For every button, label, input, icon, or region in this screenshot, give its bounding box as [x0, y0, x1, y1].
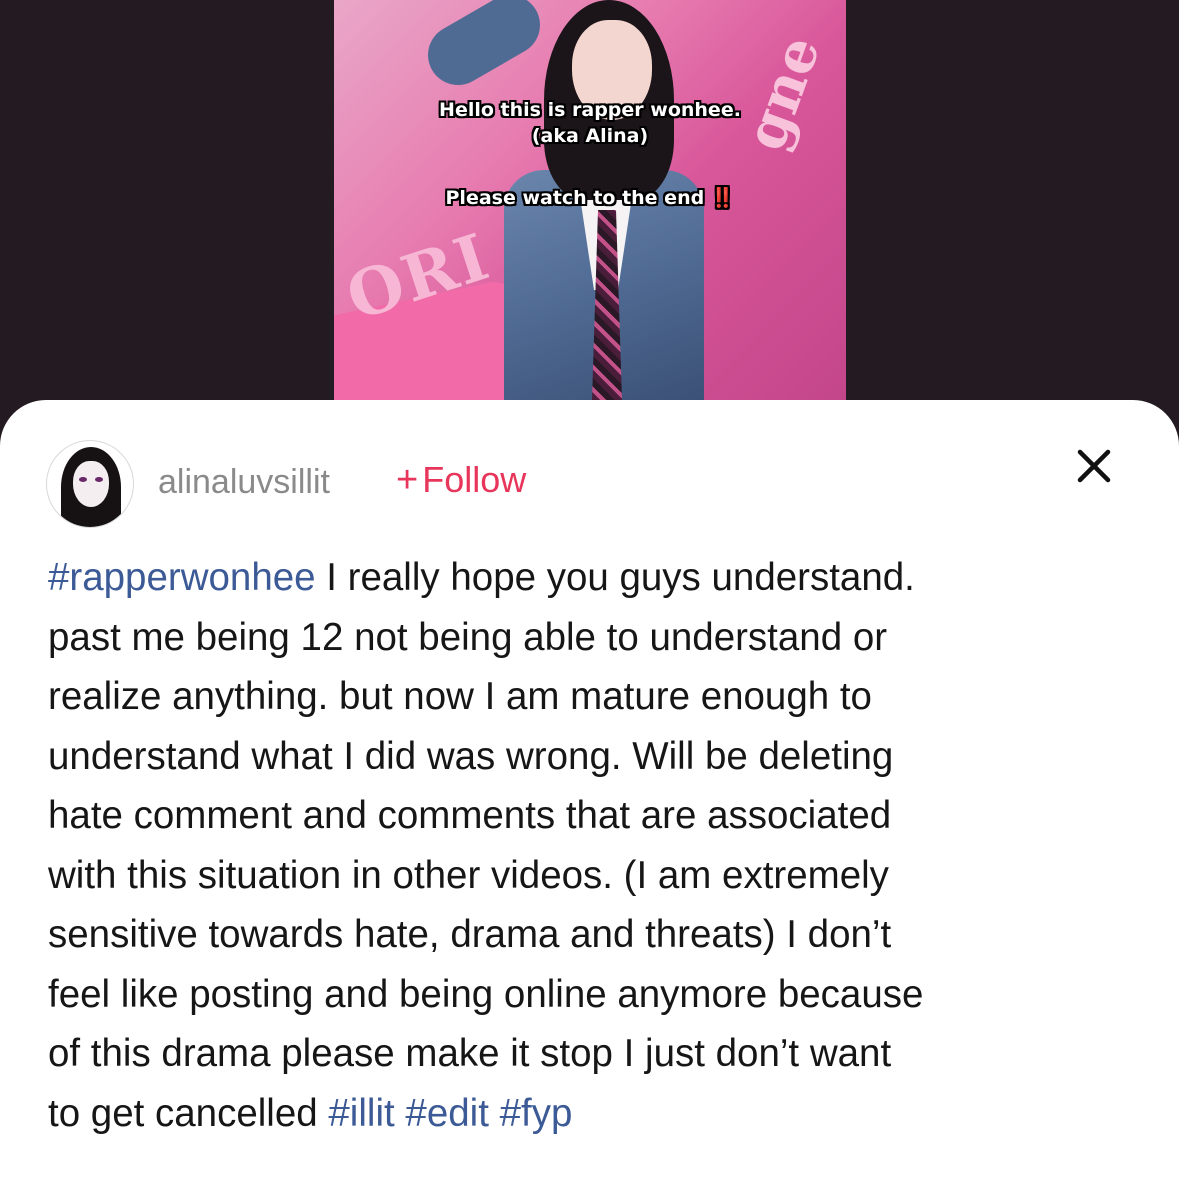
description-panel: alinaluvsillit + Follow #rapperwonhee I r… [0, 400, 1179, 1179]
description-line: past me being 12 not being able to under… [48, 615, 888, 659]
username[interactable]: alinaluvsillit [158, 462, 330, 502]
description-line: realize anything. but now I am mature en… [48, 675, 872, 718]
video-thumbnail[interactable]: ORI gne Hello this is rapper wonhee. (ak… [334, 0, 846, 400]
video-caption-line: Please watch to the end ‼️ [334, 186, 846, 210]
post-screen: ORI gne Hello this is rapper wonhee. (ak… [0, 0, 1179, 1179]
follow-label: Follow [422, 459, 527, 500]
hashtag-link[interactable]: #illit [328, 1092, 394, 1135]
close-icon[interactable] [1074, 446, 1114, 486]
avatar-eye [79, 477, 87, 482]
description-text: to get cancelled [48, 1091, 329, 1135]
avatar[interactable] [46, 440, 134, 528]
hashtag-link[interactable]: #rapperwonhee [48, 556, 316, 599]
description-line: sensitive towards hate, drama and threat… [48, 913, 892, 956]
plus-icon: + [396, 459, 419, 501]
avatar-face [73, 461, 109, 507]
double-exclamation-icon: ‼️ [710, 187, 735, 209]
description-line: with this situation in other videos. (I … [48, 853, 889, 897]
hashtag-link[interactable]: #edit [405, 1092, 489, 1135]
description-line: to get cancelled #illit #edit #fyp [48, 1084, 1138, 1144]
follow-button[interactable]: + Follow [396, 459, 527, 501]
avatar-eye [95, 477, 103, 482]
video-caption-line: Hello this is rapper wonhee. [439, 99, 741, 121]
description-line: of this drama please make it stop I just… [48, 1032, 892, 1075]
person-arm [417, 0, 551, 96]
description-text: I really hope you guys understand. [315, 556, 915, 599]
caption-text: Please watch to the end [445, 187, 711, 209]
description-line: #rapperwonhee I really hope you guys und… [48, 548, 1138, 608]
description-line: understand what I did was wrong. Will be… [48, 734, 894, 778]
hashtag-link[interactable]: #fyp [500, 1092, 573, 1135]
description-line: feel like posting and being online anymo… [48, 972, 924, 1016]
video-caption-line: (aka Alina) [531, 125, 649, 147]
post-description: #rapperwonhee I really hope you guys und… [48, 548, 1138, 1143]
description-line: hate comment and comments that are assoc… [48, 794, 892, 837]
